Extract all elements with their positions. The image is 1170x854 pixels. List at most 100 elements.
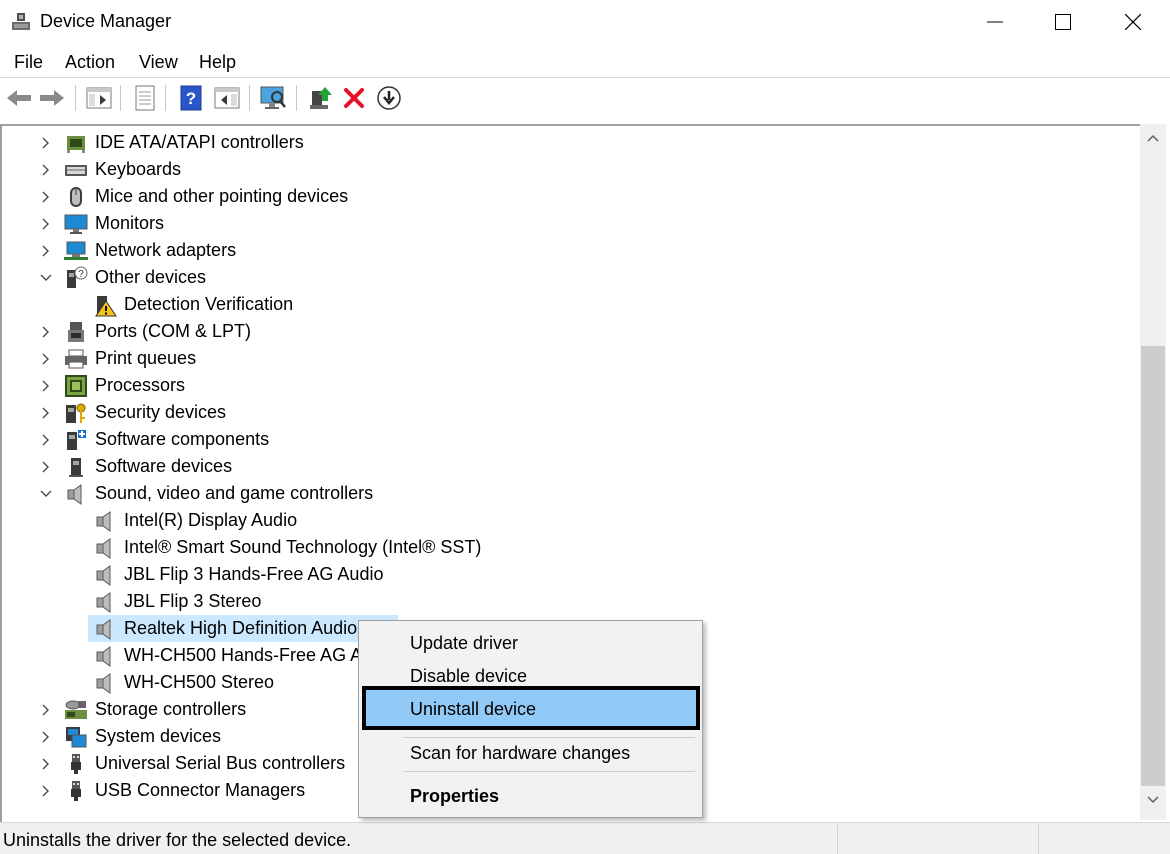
back-button[interactable] bbox=[4, 83, 34, 113]
update-driver-button[interactable] bbox=[306, 83, 336, 113]
speaker-icon bbox=[96, 618, 111, 640]
toolbar-separator bbox=[165, 85, 166, 111]
tree-device-intel-r-display-audio[interactable]: Intel(R) Display Audio bbox=[124, 510, 297, 531]
scan-hardware-button[interactable] bbox=[258, 83, 288, 113]
tree-category-universal-serial-bus-controllers[interactable]: Universal Serial Bus controllers bbox=[95, 753, 345, 774]
device-manager-icon bbox=[12, 13, 30, 30]
action-pane-icon bbox=[214, 87, 240, 109]
storage-controller-icon bbox=[65, 700, 87, 719]
context-menu-divider bbox=[403, 771, 695, 772]
scroll-up-icon[interactable] bbox=[1147, 134, 1159, 142]
chevron-right-icon[interactable] bbox=[40, 731, 52, 743]
menu-file[interactable]: File bbox=[14, 52, 43, 73]
usb-icon bbox=[71, 753, 81, 774]
tree-category-print-queues[interactable]: Print queues bbox=[95, 348, 196, 369]
toolbar-separator bbox=[296, 85, 297, 111]
tree-category-storage-controllers[interactable]: Storage controllers bbox=[95, 699, 246, 720]
monitor-icon bbox=[64, 214, 88, 234]
uninstall-x-icon bbox=[344, 88, 364, 108]
chevron-down-icon[interactable] bbox=[40, 488, 52, 500]
status-text: Uninstalls the driver for the selected d… bbox=[3, 830, 352, 850]
menu-disable-device[interactable]: Disable device bbox=[410, 666, 527, 687]
tree-category-software-components[interactable]: Software components bbox=[95, 429, 269, 450]
toolbar: ? bbox=[0, 79, 1170, 117]
chevron-right-icon[interactable] bbox=[40, 704, 52, 716]
properties-sheet-icon bbox=[135, 85, 155, 111]
chevron-right-icon[interactable] bbox=[40, 353, 52, 365]
speaker-icon bbox=[96, 564, 111, 586]
tree-category-keyboards[interactable]: Keyboards bbox=[95, 159, 181, 180]
chevron-right-icon[interactable] bbox=[40, 326, 52, 338]
tree-category-software-devices[interactable]: Software devices bbox=[95, 456, 232, 477]
tree-category-sound-video-and-game-controllers[interactable]: Sound, video and game controllers bbox=[95, 483, 373, 504]
scan-monitor-icon bbox=[260, 86, 286, 109]
chevron-right-icon[interactable] bbox=[40, 434, 52, 446]
menu-properties[interactable]: Properties bbox=[410, 786, 499, 807]
chevron-right-icon[interactable] bbox=[40, 380, 52, 392]
chevron-right-icon[interactable] bbox=[40, 164, 52, 176]
tree-device-wh-ch500-hands-free-ag-audio[interactable]: WH-CH500 Hands-Free AG Audio bbox=[124, 645, 396, 666]
tree-device-wh-ch500-stereo[interactable]: WH-CH500 Stereo bbox=[124, 672, 274, 693]
menu-uninstall-device[interactable]: Uninstall device bbox=[410, 699, 536, 720]
menu-help[interactable]: Help bbox=[199, 52, 236, 73]
tree-category-network-adapters[interactable]: Network adapters bbox=[95, 240, 236, 261]
chevron-right-icon[interactable] bbox=[40, 137, 52, 149]
properties-button[interactable] bbox=[130, 83, 160, 113]
chevron-right-icon[interactable] bbox=[40, 461, 52, 473]
help-icon: ? bbox=[180, 85, 202, 111]
action-pane-button[interactable] bbox=[212, 83, 242, 113]
tree-category-usb-connector-managers[interactable]: USB Connector Managers bbox=[95, 780, 305, 801]
scroll-thumb[interactable] bbox=[1141, 346, 1165, 786]
minimize-icon bbox=[987, 21, 1003, 23]
menu-update-driver[interactable]: Update driver bbox=[410, 633, 518, 654]
chevron-right-icon[interactable] bbox=[40, 218, 52, 230]
tree-category-other-devices[interactable]: Other devices bbox=[95, 267, 206, 288]
security-device-icon bbox=[66, 403, 86, 423]
tree-category-system-devices[interactable]: System devices bbox=[95, 726, 221, 747]
chevron-right-icon[interactable] bbox=[40, 245, 52, 257]
speaker-icon bbox=[96, 672, 111, 694]
uninstall-device-button[interactable] bbox=[339, 83, 369, 113]
download-driver-button[interactable] bbox=[374, 83, 404, 113]
tree-category-security-devices[interactable]: Security devices bbox=[95, 402, 226, 423]
keyboard-icon bbox=[65, 164, 87, 176]
status-divider bbox=[1038, 825, 1039, 854]
console-tree-icon bbox=[86, 87, 112, 109]
menu-scan-hardware[interactable]: Scan for hardware changes bbox=[410, 743, 630, 764]
menu-view[interactable]: View bbox=[139, 52, 178, 73]
svg-text:?: ? bbox=[186, 89, 196, 108]
tree-device-jbl-flip-3-stereo[interactable]: JBL Flip 3 Stereo bbox=[124, 591, 261, 612]
scroll-down-icon[interactable] bbox=[1147, 796, 1159, 804]
system-device-icon bbox=[66, 726, 87, 747]
chevron-right-icon[interactable] bbox=[40, 191, 52, 203]
tree-category-ide-ata-atapi-controllers[interactable]: IDE ATA/ATAPI controllers bbox=[95, 132, 304, 153]
chevron-right-icon[interactable] bbox=[40, 407, 52, 419]
close-button[interactable] bbox=[1098, 0, 1168, 44]
tree-category-processors[interactable]: Processors bbox=[95, 375, 185, 396]
tree-category-mice-and-other-pointing-devices[interactable]: Mice and other pointing devices bbox=[95, 186, 348, 207]
title-bar: Device Manager bbox=[0, 0, 1170, 44]
tree-category-ports-com-lpt[interactable]: Ports (COM & LPT) bbox=[95, 321, 251, 342]
menu-bar: File Action View Help bbox=[0, 48, 1170, 76]
help-button[interactable]: ? bbox=[176, 83, 206, 113]
menu-divider bbox=[0, 77, 1170, 78]
tree-device-intel-smart-sound-technology-intel-sst[interactable]: Intel® Smart Sound Technology (Intel® SS… bbox=[124, 537, 481, 558]
back-arrow-icon bbox=[7, 90, 31, 106]
chevron-right-icon[interactable] bbox=[40, 785, 52, 797]
minimize-button[interactable] bbox=[960, 0, 1030, 44]
speaker-icon bbox=[96, 645, 111, 667]
printer-icon bbox=[65, 349, 87, 368]
chevron-right-icon[interactable] bbox=[40, 758, 52, 770]
download-arrow-icon bbox=[377, 86, 401, 110]
chevron-down-icon[interactable] bbox=[40, 272, 52, 284]
maximize-button[interactable] bbox=[1028, 0, 1098, 44]
speaker-icon bbox=[96, 510, 111, 532]
tree-device-jbl-flip-3-hands-free-ag-audio[interactable]: JBL Flip 3 Hands-Free AG Audio bbox=[124, 564, 383, 585]
menu-action[interactable]: Action bbox=[65, 52, 115, 73]
context-menu-divider bbox=[403, 737, 695, 738]
tree-device-detection-verification[interactable]: Detection Verification bbox=[124, 294, 293, 315]
tree-category-monitors[interactable]: Monitors bbox=[95, 213, 164, 234]
show-hide-console-tree-button[interactable] bbox=[84, 83, 114, 113]
svg-text:?: ? bbox=[78, 269, 84, 280]
forward-button[interactable] bbox=[37, 83, 67, 113]
